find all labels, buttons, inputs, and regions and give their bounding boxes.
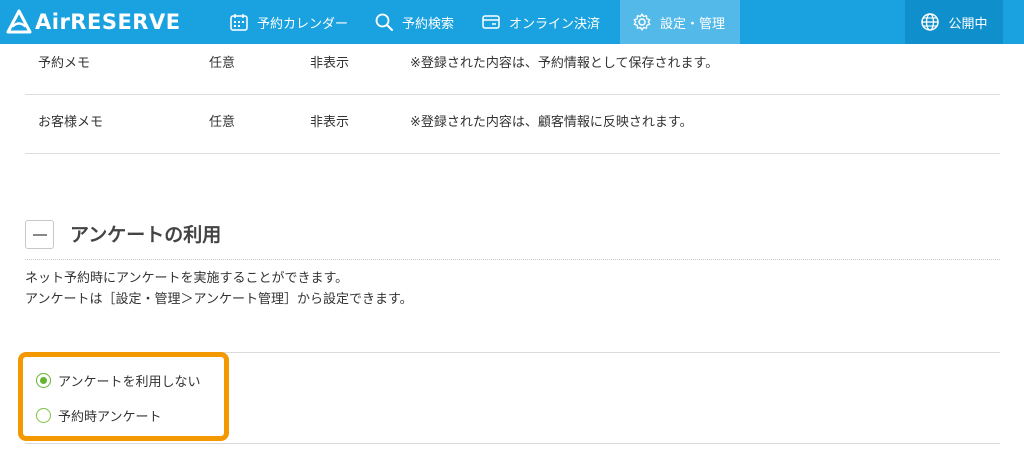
memo-display: 非表示: [310, 115, 350, 130]
nav-settings-management[interactable]: 設定・管理: [620, 0, 740, 44]
description-line: ネット予約時にアンケートを実施することができます。: [25, 271, 349, 286]
collapse-toggle-button[interactable]: [25, 220, 54, 249]
radio-reservation-survey[interactable]: 予約時アンケート: [36, 406, 161, 425]
highlight-frame: [18, 352, 229, 441]
nav-reservation-calendar[interactable]: 予約カレンダー: [229, 0, 348, 44]
memo-name: 予約メモ: [38, 56, 91, 71]
airreserve-logo[interactable]: AirRESERVE: [6, 7, 181, 37]
minus-icon: [33, 234, 47, 236]
memo-required: 任意: [209, 56, 236, 71]
memo-display: 非表示: [310, 56, 350, 71]
survey-section-header: アンケートの利用: [25, 218, 1000, 260]
nav-label: オンライン決済: [509, 16, 601, 32]
publish-status-button[interactable]: 公開中: [905, 0, 1003, 44]
nav-label: 設定・管理: [660, 16, 726, 32]
radio-button-checked[interactable]: [36, 373, 51, 388]
nav-reservation-search[interactable]: 予約検索: [374, 0, 454, 44]
radio-label: 予約時アンケート: [58, 410, 162, 425]
memo-note: ※登録された内容は、予約情報として保存されます。: [410, 56, 719, 71]
nav-label: 予約検索: [402, 16, 455, 32]
memo-required: 任意: [209, 115, 236, 130]
logo-text: AirRESERVE: [35, 10, 181, 34]
divider: [25, 443, 1000, 444]
memo-name: お客様メモ: [38, 115, 104, 130]
gear-icon: [633, 13, 651, 31]
memo-note: ※登録された内容は、顧客情報に反映されます。: [410, 115, 693, 130]
nav-online-payment[interactable]: オンライン決済: [481, 0, 600, 44]
logo-mark-icon: [6, 9, 32, 34]
radio-button[interactable]: [36, 408, 51, 423]
calendar-icon: [230, 14, 248, 31]
globe-icon: [921, 13, 940, 31]
top-navigation-bar: AirRESERVE 予約カレンダー 予約検索 オンライン決済 設定・管理 公開…: [0, 0, 1024, 44]
card-icon: [482, 15, 500, 29]
description-line: アンケートは［設定・管理＞アンケート管理］から設定できます。: [25, 292, 413, 307]
nav-label: 予約カレンダー: [257, 16, 349, 32]
radio-no-survey[interactable]: アンケートを利用しない: [36, 371, 200, 390]
table-row: 予約メモ 任意 非表示 ※登録された内容は、予約情報として保存されます。: [25, 45, 1000, 95]
search-icon: [375, 13, 393, 31]
table-row: お客様メモ 任意 非表示 ※登録された内容は、顧客情報に反映されます。: [25, 95, 1000, 154]
survey-description: ネット予約時にアンケートを実施することができます。 アンケートは［設定・管理＞ア…: [25, 268, 413, 310]
section-title: アンケートの利用: [70, 224, 222, 246]
radio-label: アンケートを利用しない: [58, 375, 201, 390]
publish-status-label: 公開中: [948, 16, 988, 32]
